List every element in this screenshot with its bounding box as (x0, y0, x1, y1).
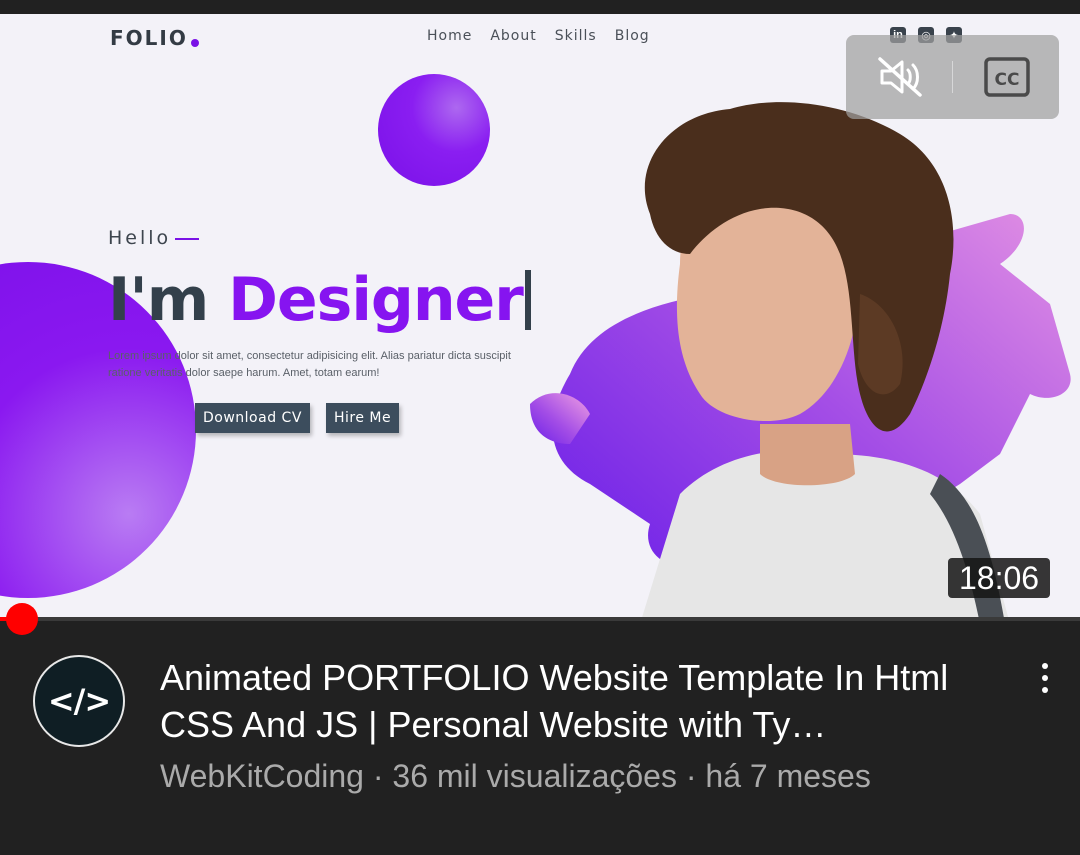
hero-description: Lorem ipsum dolor sit amet, consectetur … (108, 350, 511, 379)
duration-badge: 18:06 (948, 558, 1051, 598)
nav-blog: Blog (614, 28, 650, 44)
site-logo: FOLIO (110, 26, 199, 50)
nav-skills: Skills (554, 28, 597, 44)
controls-divider (952, 61, 953, 93)
nav-about: About (490, 28, 537, 44)
channel-avatar[interactable]: </> (33, 655, 125, 747)
hero-headline: I'm Designer (108, 262, 531, 338)
captions-label: CC (995, 70, 1020, 90)
download-cv-button: Download CV (195, 403, 310, 433)
video-title[interactable]: Animated PORTFOLIO Website Template In H… (160, 654, 990, 748)
status-bar (0, 0, 1080, 14)
site-nav: Home About Skills Blog (427, 28, 650, 44)
person-photo (641, 102, 1009, 620)
closed-captions-icon[interactable]: CC (984, 57, 1030, 97)
hero-headline-accent: Designer (228, 265, 524, 335)
hire-me-button: Hire Me (326, 403, 400, 433)
more-vert-icon[interactable] (1030, 656, 1060, 700)
video-thumbnail[interactable]: FOLIO Home About Skills Blog in ◎ ✦ Hell… (0, 14, 1080, 620)
hero-hello: Hello (108, 227, 200, 249)
scrubber-handle[interactable] (5, 603, 38, 635)
decor-circle-top (378, 74, 490, 186)
nav-home: Home (427, 28, 473, 44)
volume-off-icon[interactable] (876, 55, 924, 99)
video-meta: WebKitCoding · 36 mil visualizações · há… (160, 758, 871, 794)
progress-track[interactable] (0, 617, 1080, 621)
player-controls-overlay: CC (846, 35, 1059, 119)
